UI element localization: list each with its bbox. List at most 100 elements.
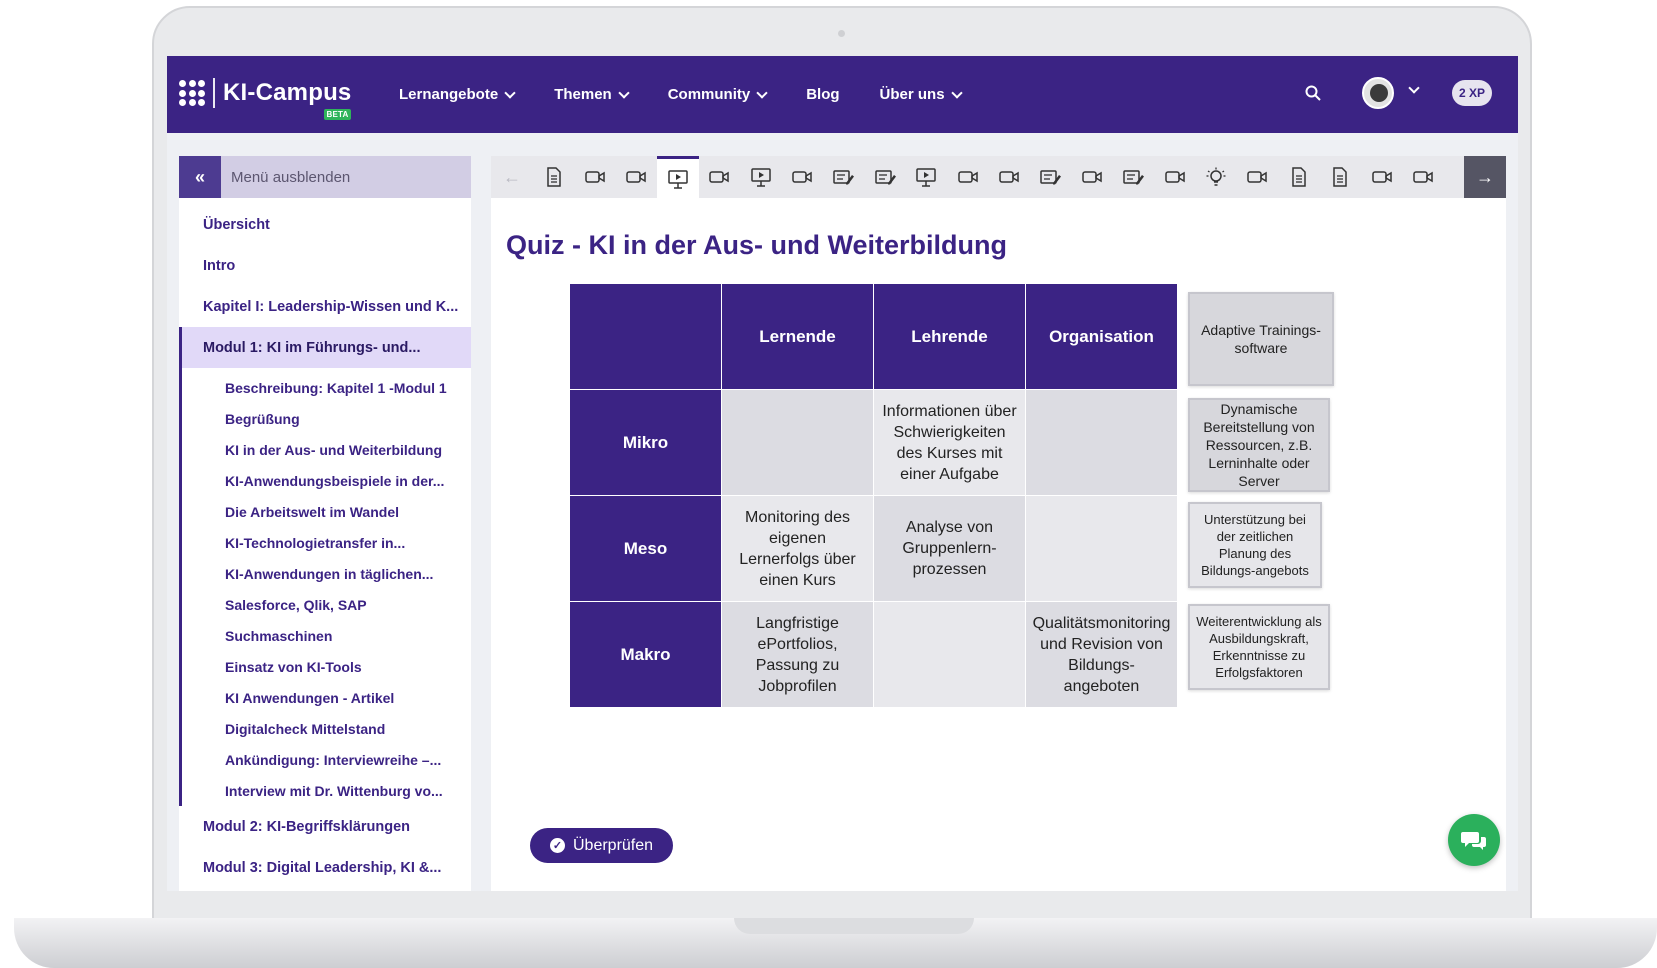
- column-header: Lehrende: [873, 283, 1026, 390]
- toolbar-unit[interactable]: [1154, 156, 1195, 198]
- nav-blog[interactable]: Blog: [806, 86, 839, 103]
- video-icon: [585, 171, 605, 183]
- sidebar-item-modul-3[interactable]: Modul 3: Digital Leadership, KI &...: [179, 847, 471, 888]
- toolbar-unit[interactable]: [657, 156, 699, 198]
- apps-grid-icon: [179, 80, 205, 106]
- laptop-frame: KI-Campus BETA Lernangebote Themen Commu…: [0, 0, 1657, 968]
- xp-badge[interactable]: 2 XP: [1452, 80, 1492, 106]
- search-icon[interactable]: [1305, 85, 1321, 101]
- draggable-answer[interactable]: Adaptive Trainings-software: [1188, 292, 1334, 386]
- sub-item[interactable]: KI-Anwendungsbeispiele in der...: [182, 465, 471, 496]
- sidebar-item-modul-1[interactable]: Modul 1: KI im Führungs- und...: [179, 327, 471, 368]
- sub-item[interactable]: Die Arbeitswelt im Wandel: [182, 496, 471, 527]
- nav-community[interactable]: Community: [668, 86, 768, 103]
- unit-icons: [533, 156, 1444, 198]
- row-header: Meso: [569, 495, 722, 602]
- drop-cell[interactable]: [873, 601, 1026, 708]
- toolbar-unit[interactable]: [1030, 156, 1071, 198]
- toolbar-unit[interactable]: [616, 156, 657, 198]
- sub-item[interactable]: Beschreibung: Kapitel 1 -Modul 1: [182, 372, 471, 403]
- column-header: Organisation: [1025, 283, 1178, 390]
- check-button-label: Überprüfen: [573, 836, 654, 854]
- nav-lernangebote[interactable]: Lernangebote: [399, 86, 516, 103]
- toolbar-unit[interactable]: [947, 156, 988, 198]
- toolbar-unit[interactable]: [1278, 156, 1319, 198]
- sidebar-item-modul-2[interactable]: Modul 2: KI-Begriffsklärungen: [179, 806, 471, 847]
- presentation-icon: [668, 169, 688, 189]
- toolbar-unit[interactable]: [988, 156, 1029, 198]
- drop-cell[interactable]: Monitoring des eigenen Lernerfolgs über …: [721, 495, 874, 602]
- toolbar-unit[interactable]: [699, 156, 740, 198]
- check-button[interactable]: ✓ Überprüfen: [530, 828, 674, 863]
- double-chevron-left-icon[interactable]: «: [179, 156, 221, 198]
- sidebar-list: Übersicht Intro Kapitel I: Leadership-Wi…: [179, 204, 471, 888]
- unit-toolbar: ← →: [491, 156, 1506, 198]
- document-icon: [546, 167, 561, 187]
- sidebar-item-uebersicht[interactable]: Übersicht: [179, 204, 471, 245]
- drop-cell[interactable]: Informationen über Schwierigkeiten des K…: [873, 389, 1026, 496]
- toolbar-unit[interactable]: [533, 156, 574, 198]
- toolbar-unit[interactable]: [1071, 156, 1112, 198]
- chevron-down-icon[interactable]: [1408, 82, 1420, 94]
- toolbar-unit[interactable]: [864, 156, 905, 198]
- sub-item[interactable]: Interview mit Dr. Wittenburg vo...: [182, 775, 471, 806]
- logo-divider: [213, 78, 215, 108]
- logo-title: KI-Campus: [223, 79, 352, 106]
- table-header-row: Lernende Lehrende Organisation: [569, 283, 1178, 390]
- avatar[interactable]: [1362, 77, 1394, 109]
- nav-label: Themen: [554, 86, 612, 103]
- sidebar-item-intro[interactable]: Intro: [179, 245, 471, 286]
- chevron-down-icon: [504, 86, 516, 99]
- video-icon: [626, 171, 647, 183]
- sub-item[interactable]: Einsatz von KI-Tools: [182, 651, 471, 682]
- draggable-answer[interactable]: Dynamische Bereitstellung von Ressourcen…: [1188, 398, 1330, 492]
- drop-cell[interactable]: [1025, 389, 1178, 496]
- sub-item[interactable]: KI Anwendungen - Artikel: [182, 682, 471, 713]
- page-title: Quiz - KI in der Aus- und Weiterbildung: [506, 230, 1007, 260]
- idea-icon: [1206, 167, 1226, 186]
- sub-item[interactable]: Digitalcheck Mittelstand: [182, 713, 471, 744]
- logo[interactable]: KI-Campus BETA: [179, 78, 352, 120]
- toolbar-unit[interactable]: [1319, 156, 1360, 198]
- toolbar-unit[interactable]: [1237, 156, 1278, 198]
- toolbar-unit[interactable]: [781, 156, 822, 198]
- sidebar-item-kapitel-1[interactable]: Kapitel I: Leadership-Wissen und K...: [179, 286, 471, 327]
- toolbar-unit[interactable]: [1195, 156, 1236, 198]
- video-icon: [957, 171, 978, 183]
- chat-button[interactable]: [1448, 814, 1500, 866]
- toolbar-unit[interactable]: [906, 156, 947, 198]
- drop-cell[interactable]: Analyse von Gruppenlern-prozessen: [873, 495, 1026, 602]
- drop-cell[interactable]: Langfristige ePortfolios, Passung zu Job…: [721, 601, 874, 708]
- drop-cell[interactable]: [721, 389, 874, 496]
- arrow-left-icon[interactable]: ←: [491, 156, 533, 198]
- sub-item[interactable]: Salesforce, Qlik, SAP: [182, 589, 471, 620]
- nav-ueber-uns[interactable]: Über uns: [880, 86, 963, 103]
- chevron-down-icon: [618, 86, 630, 99]
- base-notch: [734, 918, 974, 934]
- toolbar-unit[interactable]: [574, 156, 615, 198]
- sub-item[interactable]: Suchmaschinen: [182, 620, 471, 651]
- sub-item[interactable]: KI-Anwendungen in täglichen...: [182, 558, 471, 589]
- drop-cell[interactable]: [1025, 495, 1178, 602]
- sub-item[interactable]: Ankündigung: Interviewreihe –...: [182, 744, 471, 775]
- nav-themen[interactable]: Themen: [554, 86, 630, 103]
- video-icon: [1413, 171, 1433, 183]
- sub-item[interactable]: Begrüßung: [182, 403, 471, 434]
- sub-item[interactable]: KI in der Aus- und Weiterbildung: [182, 434, 471, 465]
- toolbar-unit[interactable]: [823, 156, 864, 198]
- toolbar-unit[interactable]: [1361, 156, 1402, 198]
- document-icon: [1333, 167, 1347, 187]
- row-header: Makro: [569, 601, 722, 708]
- drop-cell[interactable]: Qualitätsmonitoring und Revision von Bil…: [1025, 601, 1178, 708]
- draggable-answer[interactable]: Unterstützung bei der zeitlichen Planung…: [1188, 502, 1322, 588]
- sub-item[interactable]: KI-Technologietransfer in...: [182, 527, 471, 558]
- toolbar-unit[interactable]: [1402, 156, 1443, 198]
- toolbar-unit[interactable]: [740, 156, 781, 198]
- main-content: ← → Quiz - KI in der Aus- und Weiterbild…: [491, 156, 1506, 891]
- chat-bubbles-icon: [1461, 832, 1486, 850]
- toolbar-unit[interactable]: [1112, 156, 1153, 198]
- arrow-right-icon[interactable]: →: [1464, 156, 1506, 198]
- draggable-answer[interactable]: Weiterentwicklung als Ausbildungskraft, …: [1188, 604, 1330, 690]
- hide-menu-toggle[interactable]: « Menü ausblenden: [179, 156, 471, 198]
- table-row: Meso Monitoring des eigenen Lernerfolgs …: [569, 495, 1178, 602]
